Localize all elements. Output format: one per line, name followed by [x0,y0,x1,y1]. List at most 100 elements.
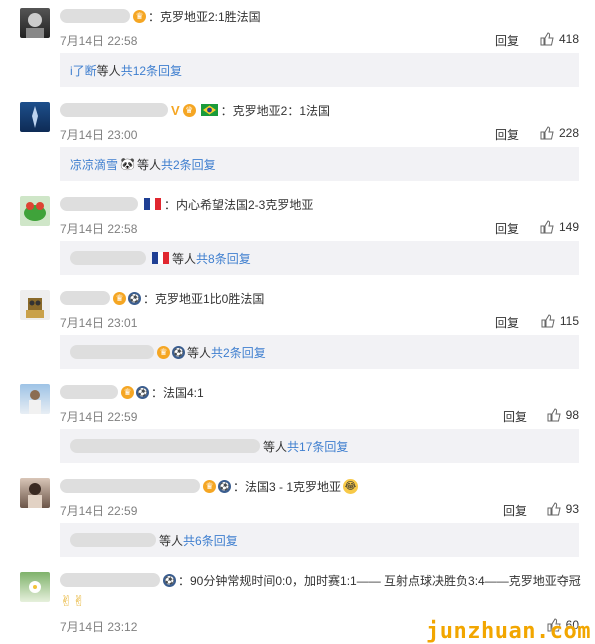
reply-mid: 等人 [136,157,161,172]
comment-line: ：内心希望法国2-3克罗地亚 [60,196,313,212]
username[interactable] [60,385,118,399]
comment-item: ♛ ⚽ ：法国3 - 1克罗地亚 😂 7月14日 22:59 回复 93 等人 … [0,470,595,564]
comment-time: 7月14日 23:00 [60,128,138,142]
reply-user[interactable] [70,439,260,453]
username[interactable] [60,197,138,211]
reply-count[interactable]: 共2条回复 [211,344,266,361]
reply-count[interactable]: 共17条回复 [287,438,348,455]
thumbs-up-icon [540,32,554,46]
sub-replies[interactable]: 等人 共17条回复 [60,429,579,463]
reply-button[interactable]: 回复 [495,126,519,143]
avatar[interactable] [20,290,50,320]
comment-text: ：克罗地亚2：1法国 [220,103,331,118]
comment-text: ：法国4:1 [151,385,204,400]
reply-button[interactable]: 回复 [495,32,519,49]
username[interactable] [60,103,168,117]
username[interactable] [60,573,160,587]
reply-user[interactable] [70,345,154,359]
reply-mid: 等人 [263,439,288,454]
reply-count[interactable]: 共8条回复 [196,250,251,267]
crown-icon: ♛ [182,103,196,117]
sub-replies[interactable]: i了断 等人 共12条回复 [60,53,579,87]
like-button[interactable]: 115 [541,314,579,328]
victory-hand-icons: ✌✌ [60,593,86,610]
thumbs-up-icon [540,220,554,234]
comment-time: 7月14日 22:59 [60,410,138,424]
reply-mid: 等人 [159,533,184,548]
username[interactable] [60,479,200,493]
reply-mid: 等人 [187,345,212,360]
like-button[interactable]: 98 [547,408,579,422]
comment-item: ♛ ：克罗地亚2:1胜法国 7月14日 22:58 回复 418 i了断 等人 … [0,0,595,94]
reply-button[interactable]: 回复 [503,408,527,425]
comment-text: ：内心希望法国2-3克罗地亚 [164,197,314,212]
thumbs-up-icon [541,314,555,328]
comment-line: V ♛ ：克罗地亚2：1法国 [60,102,330,118]
reply-button[interactable]: 回复 [495,220,519,237]
france-flag-icon [152,252,169,264]
reply-user[interactable] [70,251,146,265]
thumbs-up-icon [547,502,561,516]
like-button[interactable]: 149 [540,220,579,234]
reply-button[interactable]: 回复 [495,314,519,331]
comment-line: ♛ ：克罗地亚2:1胜法国 [60,8,261,24]
avatar[interactable] [20,8,50,38]
username[interactable] [60,9,130,23]
thumbs-up-icon [540,126,554,140]
username[interactable] [60,291,110,305]
reply-count[interactable]: 共2条回复 [161,156,216,173]
avatar[interactable] [20,478,50,508]
football-badge-icon: ⚽ [172,345,185,359]
comment-text: ：90分钟常规时间0:0，加时赛1:1—— 互射点球决胜负3:4——克罗地亚夺冠 [178,573,581,588]
brazil-flag-icon [200,104,218,116]
comment-item: ♛ ⚽ ：克罗地亚1比0胜法国 7月14日 23:01 回复 115 ♛ ⚽ 等… [0,282,595,376]
like-count: 115 [559,314,579,328]
reply-mid: 等人 [172,251,197,266]
reply-user[interactable]: 凉凉滴雪 [70,156,118,173]
comment-line: ⚽ ：90分钟常规时间0:0，加时赛1:1—— 互射点球决胜负3:4——克罗地亚… [60,572,581,588]
panda-icon: 🐼 [120,157,135,171]
avatar[interactable] [20,572,50,602]
like-count: 228 [558,126,579,140]
comment-text: ：克罗地亚1比0胜法国 [143,291,265,306]
comment-line: ♛ ⚽ ：克罗地亚1比0胜法国 [60,290,264,306]
football-badge-icon: ⚽ [163,573,176,587]
sub-replies[interactable]: 凉凉滴雪 🐼 等人 共2条回复 [60,147,579,181]
avatar[interactable] [20,196,50,226]
football-badge-icon: ⚽ [218,479,231,493]
verified-icon: V [171,102,180,118]
comment-time: 7月14日 23:01 [60,316,138,330]
crown-icon: ♛ [121,385,134,399]
comment-line: ♛ ⚽ ：法国3 - 1克罗地亚 😂 [60,478,359,494]
like-count: 93 [565,502,579,516]
reply-count[interactable]: 共6条回复 [183,532,238,549]
like-button[interactable]: 228 [540,126,579,140]
laughing-emoji-icon: 😂 [343,478,359,494]
like-count: 149 [558,220,579,234]
comment-time: 7月14日 22:58 [60,222,138,236]
like-count: 98 [565,408,579,422]
sub-replies[interactable]: ♛ ⚽ 等人 共2条回复 [60,335,579,369]
football-badge-icon: ⚽ [136,385,149,399]
reply-count[interactable]: 共12条回复 [121,62,182,79]
comment-time: 7月14日 23:12 [60,620,138,634]
thumbs-up-icon [547,408,561,422]
crown-icon: ♛ [203,479,216,493]
like-button[interactable]: 418 [540,32,579,46]
sub-replies[interactable]: 等人 共8条回复 [60,241,579,275]
avatar[interactable] [20,384,50,414]
reply-user[interactable]: i了断 [70,62,97,79]
reply-button[interactable]: 回复 [503,502,527,519]
reply-user[interactable] [70,533,156,547]
comment-item: V ♛ ：克罗地亚2：1法国 7月14日 23:00 回复 228 凉凉滴雪 🐼… [0,94,595,188]
avatar[interactable] [20,102,50,132]
comment-item: ：内心希望法国2-3克罗地亚 7月14日 22:58 回复 149 等人 共8条… [0,188,595,282]
reply-mid: 等人 [96,63,121,78]
comment-text: ：克罗地亚2:1胜法国 [148,9,261,24]
like-button[interactable]: 93 [547,502,579,516]
watermark: junzhuan.com [426,619,591,644]
sub-replies[interactable]: 等人 共6条回复 [60,523,579,557]
crown-icon: ♛ [157,345,170,359]
comment-text: ：法国3 - 1克罗地亚 [233,479,342,494]
comment-item: ♛ ⚽ ：法国4:1 7月14日 22:59 回复 98 等人 共17条回复 [0,376,595,470]
